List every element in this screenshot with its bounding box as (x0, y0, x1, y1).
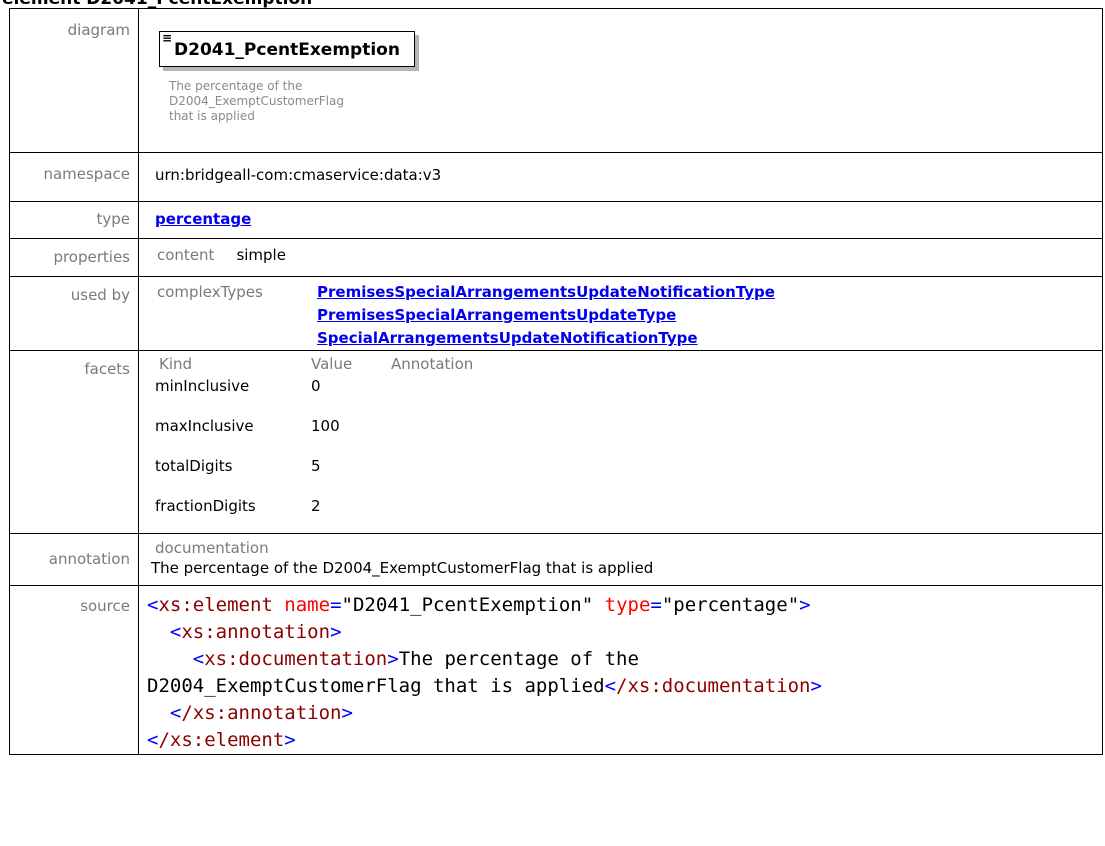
used-by-link[interactable]: SpecialArrangementsUpdateNotificationTyp… (317, 327, 775, 350)
facet-value: 2 (311, 497, 321, 515)
annotation-row: annotation documentation The percentage … (9, 533, 1103, 586)
type-label: type (9, 201, 139, 239)
facets-header-annotation: Annotation (391, 355, 474, 373)
facet-row: fractionDigits 2 (151, 493, 473, 533)
namespace-row: namespace urn:bridgeall-com:cmaservice:d… (9, 152, 1103, 202)
annotation-label: annotation (9, 533, 139, 586)
properties-row: properties content simple (9, 238, 1103, 277)
used-by-link[interactable]: PremisesSpecialArrangementsUpdateType (317, 304, 775, 327)
facet-value: 100 (311, 417, 340, 435)
xml-attr: name (284, 594, 331, 616)
diagram-doc-line: The percentage of the (169, 79, 303, 93)
diagram-doc-line: that is applied (169, 109, 255, 123)
xml-attr-value: "D2041_PcentExemption" (341, 594, 594, 616)
used-by-row: used by complexTypes PremisesSpecialArra… (9, 276, 1103, 351)
xml-text: The percentage of the (398, 648, 639, 670)
xml-tag: /xs:element (158, 729, 285, 751)
xml-tag: xs:annotation (181, 621, 331, 643)
facets-header-kind: Kind (159, 355, 193, 373)
namespace-label: namespace (9, 152, 139, 202)
facets-label: facets (9, 350, 139, 534)
type-row: type percentage (9, 201, 1103, 239)
diagram-documentation: The percentage of the D2004_ExemptCustom… (169, 79, 349, 124)
xml-tag: xs:element (158, 594, 273, 616)
facet-row: totalDigits 5 (151, 453, 473, 493)
facet-kind: maxInclusive (155, 417, 254, 435)
xml-source-code: <xs:element name="D2041_PcentExemption" … (147, 594, 822, 751)
facets-table: Kind Value Annotation minInclusive 0 max… (151, 351, 1102, 533)
property-key: content (157, 246, 215, 264)
xml-tag: /xs:documentation (616, 675, 811, 697)
annotation-text: The percentage of the D2004_ExemptCustom… (151, 559, 654, 577)
source-label: source (9, 585, 139, 755)
property-value: simple (236, 246, 286, 264)
facet-value: 5 (311, 457, 321, 475)
xml-tag: xs:documentation (204, 648, 388, 670)
used-by-key: complexTypes (157, 283, 263, 301)
namespace-value: urn:bridgeall-com:cmaservice:data:v3 (155, 166, 442, 184)
facet-kind: totalDigits (155, 457, 233, 475)
diagram-row: diagram ≡ D2041_PcentExemption The perce… (9, 8, 1103, 153)
source-row: source <xs:element name="D2041_PcentExem… (9, 585, 1103, 755)
diagram-label: diagram (9, 8, 139, 153)
annotation-key: documentation (155, 539, 269, 557)
diagram-doc-line: D2004_ExemptCustomerFlag (169, 94, 344, 108)
documentation-marker-icon: ≡ (162, 31, 173, 45)
facet-kind: minInclusive (155, 377, 250, 395)
element-box[interactable]: ≡ D2041_PcentExemption (159, 31, 415, 67)
xml-tag: /xs:annotation (181, 702, 342, 724)
facets-header-value: Value (311, 355, 353, 373)
facet-row: maxInclusive 100 (151, 413, 473, 453)
facet-kind: fractionDigits (155, 497, 256, 515)
xml-attr-value: "percentage" (661, 594, 800, 616)
type-link[interactable]: percentage (155, 210, 251, 228)
xml-attr: type (604, 594, 651, 616)
element-properties-table: diagram ≡ D2041_PcentExemption The perce… (9, 8, 1103, 755)
used-by-label: used by (9, 276, 139, 351)
facet-value: 0 (311, 377, 321, 395)
xml-text: D2004_ExemptCustomerFlag that is applied (147, 675, 605, 697)
element-box-name: D2041_PcentExemption (174, 40, 400, 60)
used-by-link[interactable]: PremisesSpecialArrangementsUpdateNotific… (317, 281, 775, 304)
facet-row: minInclusive 0 (151, 373, 473, 413)
facets-row: facets Kind Value Annotation minInclusiv… (9, 350, 1103, 534)
properties-label: properties (9, 238, 139, 277)
element-diagram: ≡ D2041_PcentExemption The percentage of… (155, 9, 1102, 124)
